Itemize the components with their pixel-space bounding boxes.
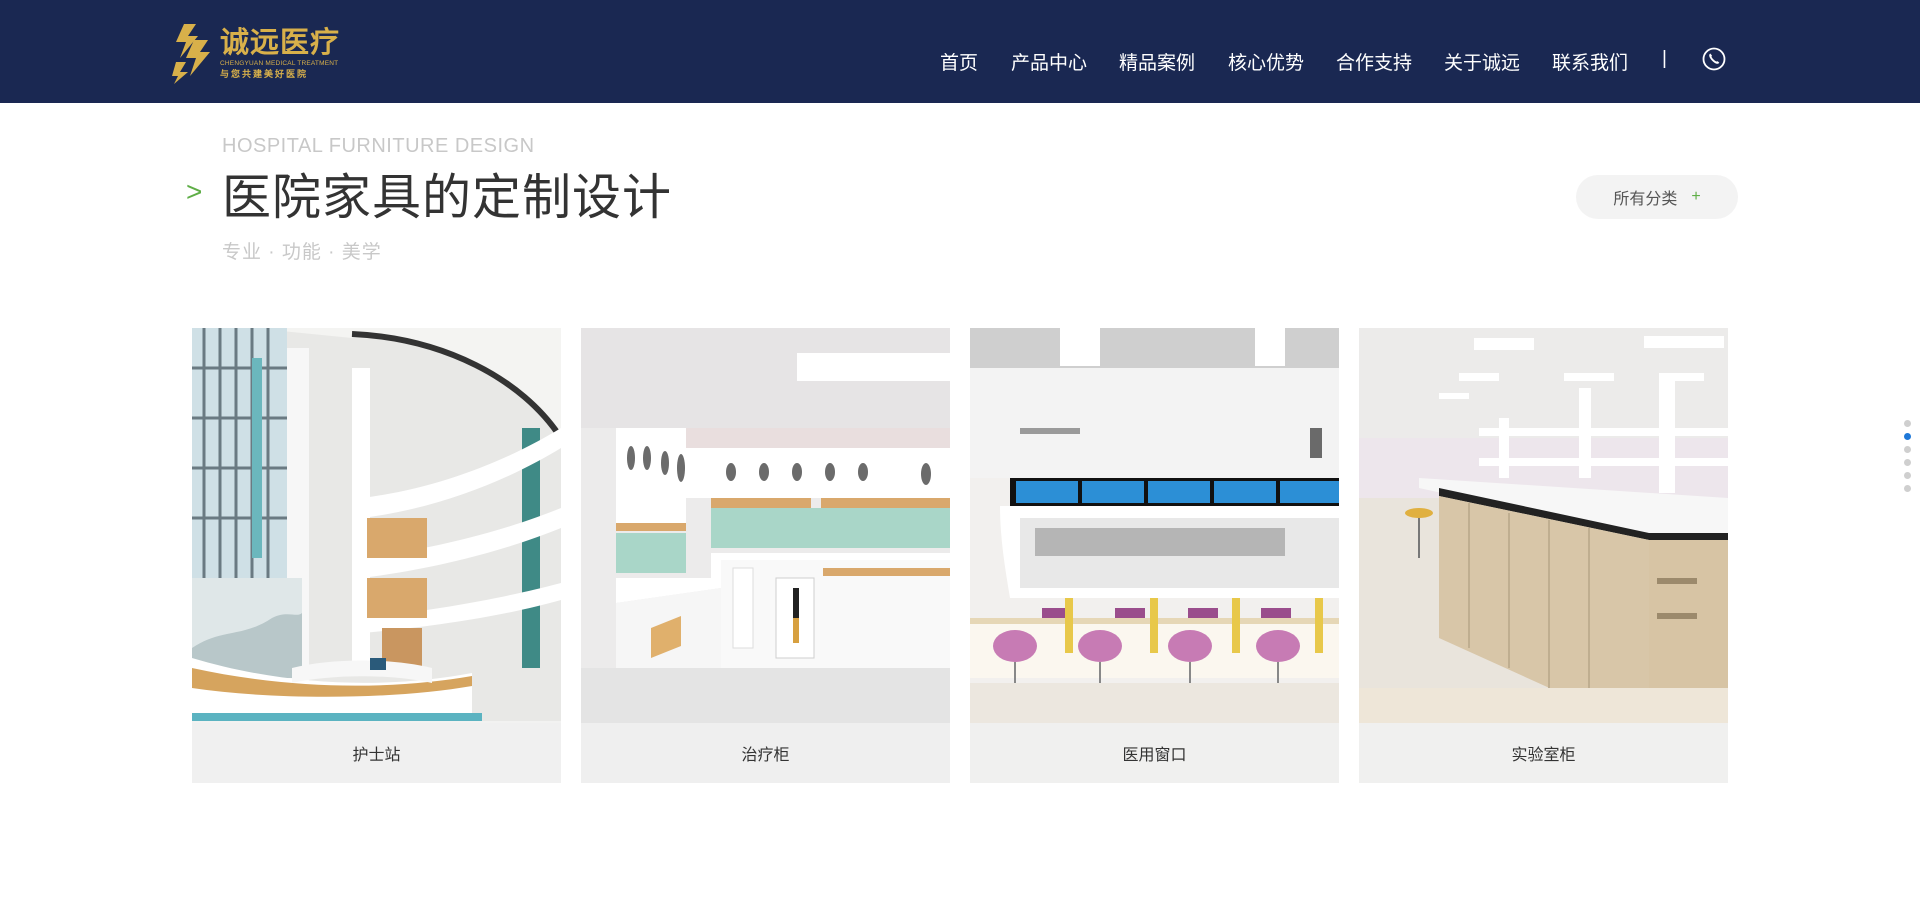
nav-separator: | bbox=[1662, 48, 1667, 69]
pager-dot[interactable] bbox=[1904, 459, 1911, 466]
all-categories-label: 所有分类 bbox=[1613, 191, 1678, 208]
medical-window-image bbox=[970, 328, 1339, 783]
brand-slogan: 与您共建美好医院 bbox=[220, 68, 309, 79]
site-header: 诚远医疗 CHENGYUAN MEDICAL TREATMENT 与您共建美好医… bbox=[0, 0, 1920, 103]
pager-dot-active[interactable] bbox=[1904, 433, 1911, 440]
nav-item-advantages[interactable]: 核心优势 bbox=[1228, 48, 1304, 75]
product-card-lab-cabinet[interactable]: 实验室柜 bbox=[1359, 328, 1728, 783]
pager-dot[interactable] bbox=[1904, 472, 1911, 479]
product-card-medical-window[interactable]: 医用窗口 bbox=[970, 328, 1339, 783]
brand-name: 诚远医疗 bbox=[220, 26, 341, 59]
nav-item-home[interactable]: 首页 bbox=[940, 48, 978, 75]
section-tagline: 专业 · 功能 · 美学 bbox=[222, 242, 382, 263]
nav-item-products[interactable]: 产品中心 bbox=[1011, 48, 1087, 75]
pager-dot[interactable] bbox=[1904, 485, 1911, 492]
nav-item-cooperation[interactable]: 合作支持 bbox=[1336, 48, 1412, 75]
card-caption: 医用窗口 bbox=[1122, 747, 1187, 764]
section-subheading-en: HOSPITAL FURNITURE DESIGN bbox=[222, 135, 535, 157]
section-title: 医院家具的定制设计 bbox=[222, 171, 673, 225]
brand-name-en: CHENGYUAN MEDICAL TREATMENT bbox=[220, 59, 339, 67]
nav-item-cases[interactable]: 精品案例 bbox=[1119, 48, 1195, 75]
pager-dot[interactable] bbox=[1904, 446, 1911, 453]
nurse-station-image bbox=[192, 328, 561, 783]
phone-icon[interactable] bbox=[1702, 47, 1726, 71]
all-categories-button[interactable]: 所有分类 + bbox=[1576, 175, 1738, 219]
logo-mark-icon bbox=[172, 24, 210, 84]
product-card-nurse-station[interactable]: 护士站 bbox=[192, 328, 561, 783]
pager-dot[interactable] bbox=[1904, 420, 1911, 427]
brand-logo[interactable]: 诚远医疗 CHENGYUAN MEDICAL TREATMENT 与您共建美好医… bbox=[172, 20, 342, 86]
nav-item-contact[interactable]: 联系我们 bbox=[1552, 48, 1628, 75]
card-caption: 治疗柜 bbox=[741, 747, 790, 764]
card-caption: 实验室柜 bbox=[1511, 747, 1576, 764]
card-caption: 护士站 bbox=[352, 747, 401, 764]
plus-icon: + bbox=[1691, 188, 1701, 205]
product-card-treatment-cabinet[interactable]: 治疗柜 bbox=[581, 328, 950, 783]
chevron-right-icon: > bbox=[186, 176, 203, 207]
nav-item-about[interactable]: 关于诚远 bbox=[1444, 48, 1520, 75]
lab-cabinet-image bbox=[1359, 328, 1728, 783]
section-pager bbox=[1904, 420, 1912, 498]
treatment-cabinet-image bbox=[581, 328, 950, 783]
